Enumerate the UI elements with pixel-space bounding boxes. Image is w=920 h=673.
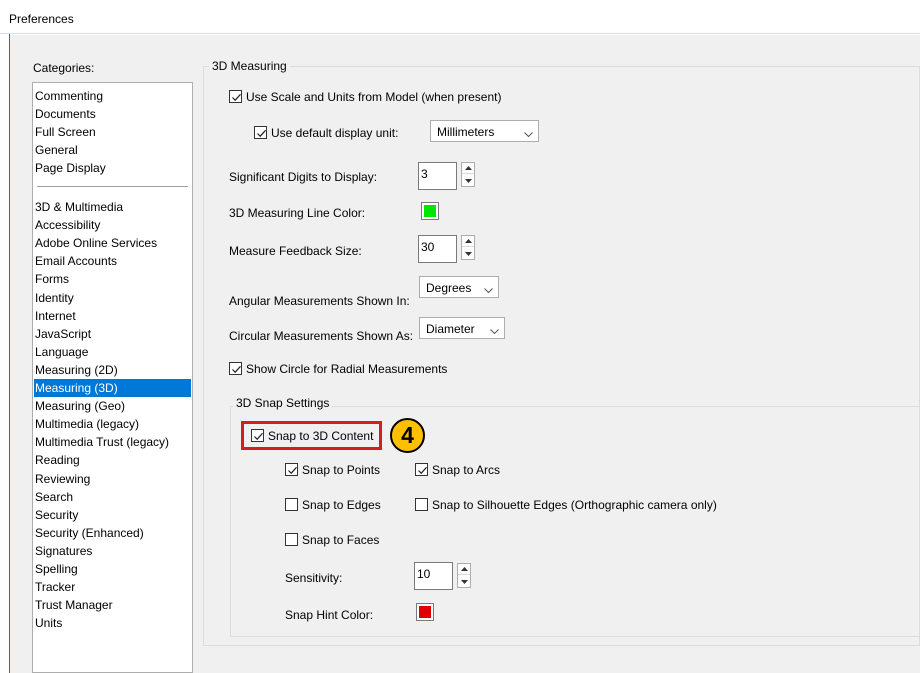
snap-silhouette-checkbox[interactable] bbox=[415, 498, 428, 511]
chevron-down-icon bbox=[524, 127, 533, 141]
sensitivity-label: Sensitivity: bbox=[285, 571, 343, 585]
category-item[interactable]: General bbox=[34, 141, 191, 159]
hint-color-fill bbox=[419, 606, 431, 618]
category-item[interactable]: Tracker bbox=[34, 578, 191, 596]
snap-group-title: 3D Snap Settings bbox=[233, 396, 333, 410]
significant-digits-label: Significant Digits to Display: bbox=[229, 170, 378, 184]
categories-label: Categories: bbox=[33, 61, 95, 75]
window-title: Preferences bbox=[9, 12, 74, 26]
category-item[interactable]: Identity bbox=[34, 289, 191, 307]
snap-points-checkbox[interactable] bbox=[285, 463, 298, 476]
checkmark-icon bbox=[418, 466, 427, 475]
category-item[interactable]: Spelling bbox=[34, 560, 191, 578]
snap-points-label: Snap to Points bbox=[302, 463, 381, 477]
feedback-size-value: 30 bbox=[421, 240, 435, 254]
category-item[interactable]: Units bbox=[34, 614, 191, 632]
circular-label: Circular Measurements Shown As: bbox=[229, 329, 414, 343]
sensitivity-spinner[interactable] bbox=[457, 563, 471, 588]
chevron-down-icon bbox=[490, 324, 499, 338]
category-item[interactable]: Multimedia Trust (legacy) bbox=[34, 433, 191, 451]
use-scale-checkbox[interactable] bbox=[229, 90, 242, 103]
category-item[interactable]: Internet bbox=[34, 307, 191, 325]
category-item[interactable]: Forms bbox=[34, 270, 191, 288]
category-item[interactable]: Search bbox=[34, 488, 191, 506]
categories-list[interactable]: Commenting Documents Full Screen General Pag… bbox=[32, 82, 193, 673]
checkmark-icon bbox=[232, 93, 241, 102]
spin-up-icon[interactable] bbox=[458, 564, 470, 575]
category-item[interactable]: Commenting bbox=[34, 87, 191, 105]
angular-dropdown[interactable]: Degrees bbox=[419, 276, 499, 298]
spin-up-icon[interactable] bbox=[462, 236, 474, 247]
significant-digits-value: 3 bbox=[421, 167, 428, 181]
significant-digits-input[interactable]: 3 bbox=[418, 162, 457, 190]
snap-edges-label: Snap to Edges bbox=[302, 498, 381, 512]
category-item[interactable]: Measuring (Geo) bbox=[34, 397, 191, 415]
category-item[interactable]: Adobe Online Services bbox=[34, 234, 191, 252]
significant-digits-spinner[interactable] bbox=[461, 162, 475, 187]
checkmark-icon bbox=[288, 466, 297, 475]
category-item[interactable]: Page Display bbox=[34, 159, 191, 177]
line-color-fill bbox=[424, 205, 436, 217]
categories-separator bbox=[37, 186, 188, 187]
category-item[interactable]: Reading bbox=[34, 451, 191, 469]
snap-faces-checkbox[interactable] bbox=[285, 533, 298, 546]
category-item[interactable]: Signatures bbox=[34, 542, 191, 560]
use-default-unit-checkbox[interactable] bbox=[254, 126, 267, 139]
snap-faces-label: Snap to Faces bbox=[302, 533, 380, 547]
category-item[interactable]: Reviewing bbox=[34, 470, 191, 488]
show-circle-label: Show Circle for Radial Measurements bbox=[246, 362, 448, 376]
snap-arcs-checkbox[interactable] bbox=[415, 463, 428, 476]
circular-value: Diameter bbox=[426, 322, 475, 336]
category-item[interactable]: Multimedia (legacy) bbox=[34, 415, 191, 433]
checkmark-icon bbox=[232, 365, 241, 374]
category-item[interactable]: Security (Enhanced) bbox=[34, 524, 191, 542]
chevron-down-icon bbox=[484, 283, 493, 297]
category-item[interactable]: Measuring (2D) bbox=[34, 361, 191, 379]
category-item[interactable]: Accessibility bbox=[34, 216, 191, 234]
show-circle-checkbox[interactable] bbox=[229, 362, 242, 375]
category-item[interactable]: Full Screen bbox=[34, 123, 191, 141]
category-item[interactable]: Email Accounts bbox=[34, 252, 191, 270]
measuring-group-title: 3D Measuring bbox=[209, 59, 290, 73]
spin-up-icon[interactable] bbox=[462, 163, 474, 174]
title-bar: Preferences bbox=[0, 0, 920, 34]
category-item[interactable]: Measuring (3D) bbox=[34, 379, 191, 397]
category-item[interactable]: Language bbox=[34, 343, 191, 361]
category-item[interactable]: Trust Manager bbox=[34, 596, 191, 614]
angular-label: Angular Measurements Shown In: bbox=[229, 294, 410, 308]
hint-color-swatch[interactable] bbox=[416, 603, 434, 621]
feedback-size-input[interactable]: 30 bbox=[418, 235, 457, 263]
line-color-swatch[interactable] bbox=[421, 202, 439, 220]
line-color-label: 3D Measuring Line Color: bbox=[229, 206, 366, 220]
display-unit-dropdown[interactable]: Millimeters bbox=[430, 120, 539, 142]
spin-down-icon[interactable] bbox=[462, 175, 474, 186]
angular-value: Degrees bbox=[426, 281, 472, 295]
checkmark-icon bbox=[257, 129, 266, 138]
use-default-unit-label: Use default display unit: bbox=[271, 126, 399, 140]
snap-arcs-label: Snap to Arcs bbox=[432, 463, 501, 477]
spin-down-icon[interactable] bbox=[462, 248, 474, 259]
category-item[interactable]: Security bbox=[34, 506, 191, 524]
spin-down-icon[interactable] bbox=[458, 576, 470, 587]
category-item[interactable]: JavaScript bbox=[34, 325, 191, 343]
sensitivity-input[interactable]: 10 bbox=[414, 562, 453, 590]
category-item[interactable]: 3D & Multimedia bbox=[34, 198, 191, 216]
highlight-box bbox=[241, 421, 382, 450]
sensitivity-value: 10 bbox=[417, 567, 431, 581]
feedback-size-label: Measure Feedback Size: bbox=[229, 244, 362, 258]
snap-edges-checkbox[interactable] bbox=[285, 498, 298, 511]
hint-color-label: Snap Hint Color: bbox=[285, 608, 374, 622]
display-unit-value: Millimeters bbox=[437, 125, 495, 139]
snap-silhouette-label: Snap to Silhouette Edges (Orthographic c… bbox=[432, 498, 717, 512]
step-number-badge: 4 bbox=[390, 418, 425, 453]
category-item[interactable]: Documents bbox=[34, 105, 191, 123]
feedback-size-spinner[interactable] bbox=[461, 235, 475, 260]
use-scale-label: Use Scale and Units from Model (when pre… bbox=[246, 90, 502, 104]
circular-dropdown[interactable]: Diameter bbox=[419, 317, 505, 339]
